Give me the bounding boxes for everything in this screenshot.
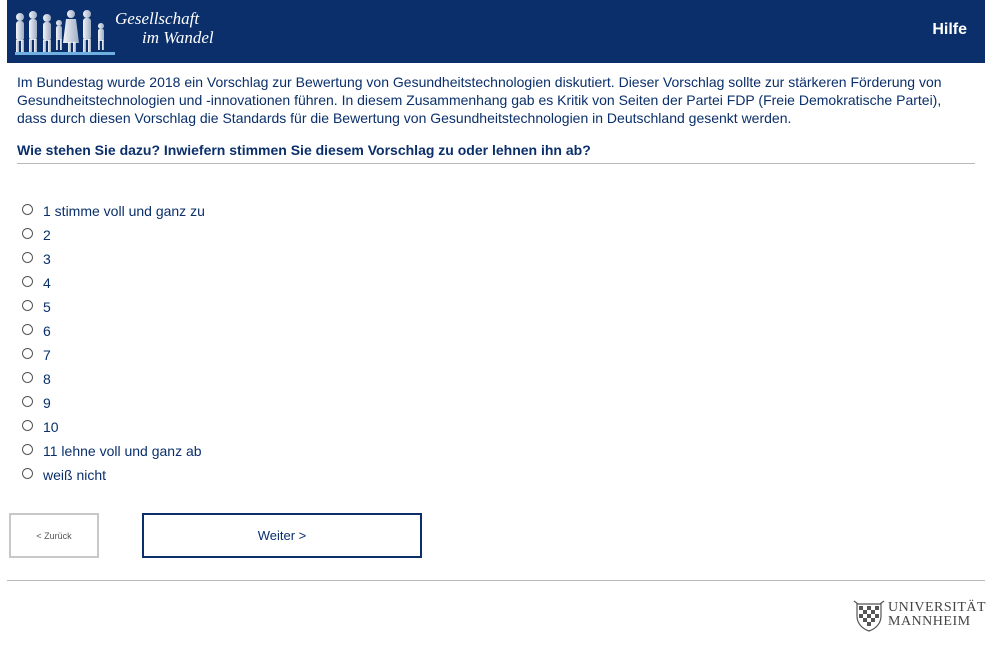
option-2[interactable]: 2 — [22, 223, 205, 247]
radio-button[interactable] — [22, 275, 33, 287]
university-name-line-1: UNIVERSITÄT — [888, 600, 987, 615]
option-6[interactable]: 6 — [22, 319, 205, 343]
option-9[interactable]: 9 — [22, 391, 205, 415]
option-10[interactable]: 10 — [22, 415, 205, 439]
radio-button[interactable] — [22, 203, 33, 215]
option-label: 1 stimme voll und ganz zu — [43, 203, 205, 219]
universitaet-mannheim-logo: UNIVERSITÄT MANNHEIM — [853, 598, 988, 634]
gesellschaft-im-wandel-logo: Gesellschaft im Wandel — [7, 0, 247, 63]
option-7[interactable]: 7 — [22, 343, 205, 367]
logo-line-2: im Wandel — [142, 28, 214, 47]
intro-text: Im Bundestag wurde 2018 ein Vorschlag zu… — [17, 74, 942, 126]
radio-button[interactable] — [22, 227, 33, 239]
option-dont-know[interactable]: weiß nicht — [22, 463, 205, 487]
option-label: weiß nicht — [43, 467, 107, 483]
option-label: 11 lehne voll und ganz ab — [43, 443, 202, 459]
option-label: 3 — [43, 251, 51, 267]
option-label: 10 — [43, 419, 59, 435]
radio-button[interactable] — [22, 467, 33, 479]
header-bar: Gesellschaft im Wandel Hilfe — [7, 0, 985, 63]
radio-button[interactable] — [22, 251, 33, 263]
option-label: 6 — [43, 323, 51, 339]
help-link[interactable]: Hilfe — [932, 21, 967, 39]
option-3[interactable]: 3 — [22, 247, 205, 271]
option-5[interactable]: 5 — [22, 295, 205, 319]
answer-options: 1 stimme voll und ganz zu 2 3 4 5 6 7 8 … — [22, 199, 205, 487]
question-title: Wie stehen Sie dazu? Inwiefern stimmen S… — [17, 142, 591, 158]
people-silhouette-icon — [15, 10, 115, 55]
option-label: 5 — [43, 299, 51, 315]
option-label: 9 — [43, 395, 51, 411]
radio-button[interactable] — [22, 347, 33, 359]
option-label: 8 — [43, 371, 51, 387]
radio-button[interactable] — [22, 371, 33, 383]
option-11[interactable]: 11 lehne voll und ganz ab — [22, 439, 205, 463]
option-label: 2 — [43, 227, 51, 243]
university-crest-icon — [853, 600, 885, 632]
back-button[interactable]: < Zurück — [9, 513, 99, 558]
logo-line-1: Gesellschaft — [115, 9, 200, 28]
divider — [17, 163, 975, 164]
radio-button[interactable] — [22, 323, 33, 335]
option-label: 7 — [43, 347, 51, 363]
option-label: 4 — [43, 275, 51, 291]
option-8[interactable]: 8 — [22, 367, 205, 391]
option-4[interactable]: 4 — [22, 271, 205, 295]
option-1[interactable]: 1 stimme voll und ganz zu — [22, 199, 205, 223]
university-name: UNIVERSITÄT MANNHEIM — [888, 601, 986, 629]
footer-divider — [7, 580, 985, 581]
radio-button[interactable] — [22, 299, 33, 311]
logo-text: Gesellschaft im Wandel — [115, 9, 214, 47]
radio-button[interactable] — [22, 443, 33, 455]
radio-button[interactable] — [22, 419, 33, 431]
radio-button[interactable] — [22, 395, 33, 407]
next-button[interactable]: Weiter > — [142, 513, 422, 558]
university-name-line-2: MANNHEIM — [888, 614, 971, 629]
